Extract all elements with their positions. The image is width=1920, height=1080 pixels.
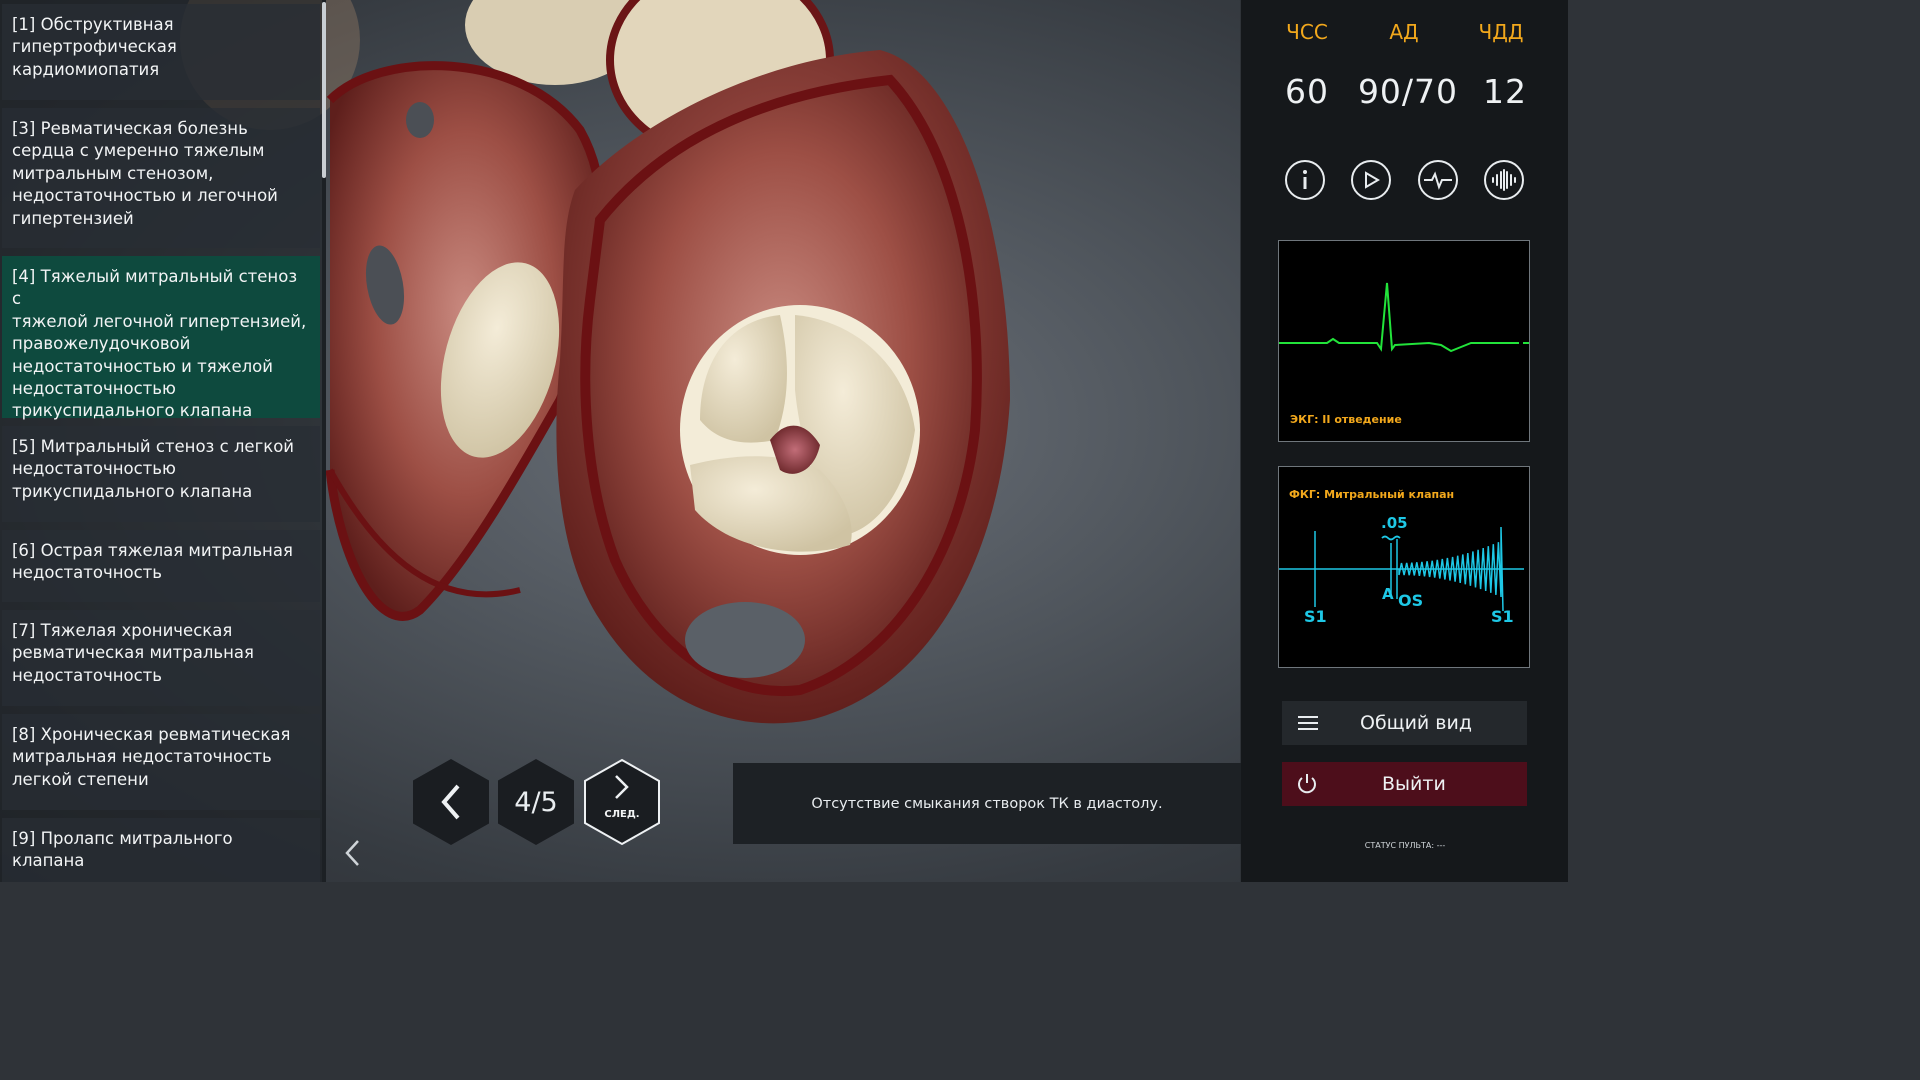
case-item-1[interactable]: [1] Обструктивная гипертрофическая карди… xyxy=(2,4,320,100)
info-icon xyxy=(1303,170,1307,189)
case-item-6[interactable]: [6] Острая тяжелая митральная недостаточ… xyxy=(2,530,320,602)
case-list-panel: [1] Обструктивная гипертрофическая карди… xyxy=(0,0,322,882)
exit-button[interactable]: Выйти xyxy=(1282,762,1527,806)
rr-label: ЧДД xyxy=(1478,20,1524,44)
case-item-7[interactable]: [7] Тяжелая хроническая ревматическая ми… xyxy=(2,610,320,706)
case-list-scroll-thumb[interactable] xyxy=(322,2,326,178)
sound-button[interactable] xyxy=(1484,160,1524,200)
chevron-left-icon xyxy=(345,840,359,866)
bp-value: 90/70 xyxy=(1357,72,1459,111)
ecg-toggle-button[interactable] xyxy=(1418,160,1458,200)
next-hexagon-outline xyxy=(584,758,660,846)
next-button[interactable]: СЛЕД. xyxy=(583,758,661,846)
pcg-label: ФКГ: Митральный клапан xyxy=(1289,488,1455,501)
hr-label: ЧСС xyxy=(1286,20,1328,44)
overview-label: Общий вид xyxy=(1360,712,1472,734)
power-icon xyxy=(1298,774,1316,794)
rr-value: 12 xyxy=(1483,72,1527,111)
case-item-3[interactable]: [3] Ревматическая болезнь сердца с умере… xyxy=(2,108,320,248)
pcg-marker-a: A xyxy=(1382,585,1394,603)
case-item-5[interactable]: [5] Митральный стеноз с легкой недостато… xyxy=(2,426,320,522)
case-item-8[interactable]: [8] Хроническая ревматическая митральная… xyxy=(2,714,320,810)
heartbeat-icon xyxy=(1424,171,1452,190)
ecg-monitor: ЭКГ: II отведение xyxy=(1278,240,1530,442)
play-icon xyxy=(1365,171,1380,189)
case-item-9[interactable]: [9] Пролапс митрального клапана xyxy=(2,818,320,882)
step-caption-text: Отсутствие смыкания створок ТК в диастол… xyxy=(811,795,1163,812)
pcg-monitor: ФКГ: Митральный клапан .05 S1 A OS S1 xyxy=(1278,466,1530,668)
chevron-left-icon xyxy=(441,784,460,820)
pcg-marker-s1-left: S1 xyxy=(1304,607,1327,626)
ecg-label: ЭКГ: II отведение xyxy=(1290,413,1402,426)
exit-label: Выйти xyxy=(1382,773,1446,795)
next-label: СЛЕД. xyxy=(604,809,640,820)
bp-label: АД xyxy=(1389,20,1419,44)
pcg-marker-os: OS xyxy=(1398,591,1424,610)
pcg-interval-label: .05 xyxy=(1381,514,1408,532)
info-button[interactable] xyxy=(1285,160,1325,200)
collapse-panel-button[interactable] xyxy=(338,836,366,870)
menu-icon xyxy=(1298,716,1318,730)
pcg-marker-s1-right: S1 xyxy=(1491,607,1514,626)
case-item-4-active[interactable]: [4] Тяжелый митральный стеноз с тяжелой … xyxy=(2,256,320,420)
hr-value: 60 xyxy=(1285,72,1329,111)
step-caption: Отсутствие смыкания створок ТК в диастол… xyxy=(733,763,1241,844)
ecg-trace xyxy=(1279,282,1529,353)
play-button[interactable] xyxy=(1351,160,1391,200)
remote-status: СТАТУС ПУЛЬТА: --- xyxy=(1364,841,1446,850)
sound-wave-icon xyxy=(1492,169,1516,191)
overview-button[interactable]: Общий вид xyxy=(1282,701,1527,745)
